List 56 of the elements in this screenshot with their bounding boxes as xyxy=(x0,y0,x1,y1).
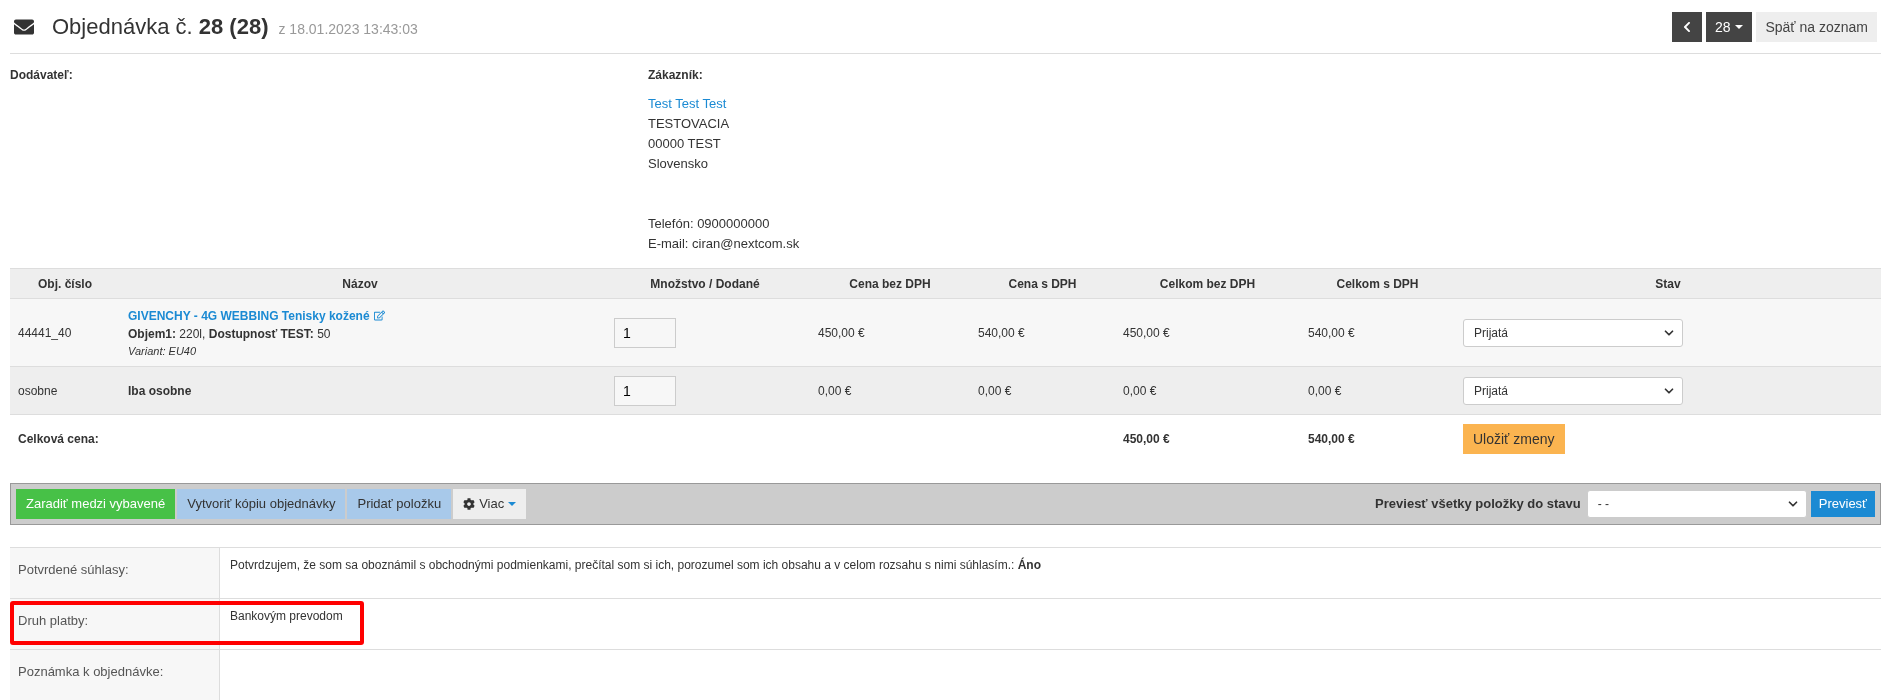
column-header: Cena s DPH xyxy=(970,268,1115,299)
previous-button[interactable] xyxy=(1671,11,1702,42)
quantity-field[interactable]: 1 xyxy=(614,375,676,406)
column-header: Množstvo / Dodané xyxy=(600,268,810,299)
table-cell: 540,00 € xyxy=(1308,325,1355,340)
order-date: z 18.01.2023 13:43:03 xyxy=(278,20,418,37)
table-cell: osobne xyxy=(18,383,58,398)
settings-icon xyxy=(463,497,476,510)
column-header: Celkom bez DPH xyxy=(1115,268,1300,299)
column-header: Celkom s DPH xyxy=(1300,268,1455,299)
total-cell: 540,00 € xyxy=(1308,431,1355,446)
info-label: Poznámka k objednávke: xyxy=(10,649,220,700)
customer-label: Zákazník: xyxy=(648,68,704,82)
status-select[interactable]: Prijatá xyxy=(1463,318,1683,347)
customer-name-link[interactable]: Test Test Test xyxy=(648,96,727,111)
address-line: Slovensko xyxy=(648,155,709,173)
total-label: Celková cena: xyxy=(18,431,99,446)
status-select[interactable]: Prijatá xyxy=(1463,376,1683,405)
action-button[interactable]: Vytvoriť kópiu objednávky xyxy=(177,488,346,519)
table-cell: 0,00 € xyxy=(1123,383,1157,398)
column-header: Obj. číslo xyxy=(10,268,120,299)
table-cell: 0,00 € xyxy=(818,383,852,398)
order-number-dropdown[interactable]: 28 xyxy=(1705,11,1753,42)
edit-icon xyxy=(373,310,385,321)
transfer-button[interactable]: Previesť xyxy=(1810,490,1875,517)
email-text: E-mail: ciran@nextcom.sk xyxy=(648,235,801,253)
save-changes-button[interactable]: Uložiť zmeny xyxy=(1463,423,1565,454)
quantity-field[interactable]: 1 xyxy=(614,317,676,348)
status-select[interactable]: - - xyxy=(1586,489,1807,518)
address-line: TESTOVACIA xyxy=(648,115,731,133)
info-value: Bankovým prevodom xyxy=(229,607,344,625)
info-label: Potvrdené súhlasy: xyxy=(10,547,220,598)
column-header: Cena bez DPH xyxy=(810,268,970,299)
caret-icon xyxy=(508,501,517,506)
table-cell: 450,00 € xyxy=(1123,325,1170,340)
more-dropdown-button[interactable]: Viac xyxy=(453,488,527,519)
phone-text: Telefón: 0900000000 xyxy=(648,215,771,233)
back-to-list-button[interactable]: Späť na zoznam xyxy=(1756,11,1877,42)
table-cell: 0,00 € xyxy=(978,383,1012,398)
table-cell: 0,00 € xyxy=(1308,383,1342,398)
table-cell: 540,00 € xyxy=(978,325,1025,340)
action-button[interactable]: Pridať položku xyxy=(347,488,452,519)
table-cell: 44441_40 xyxy=(18,325,72,340)
supplier-label: Dodávateľ: xyxy=(10,68,74,82)
transfer-label: Previesť všetky položky do stavu xyxy=(1375,496,1581,511)
page-title: Objednávka č. 28 (28) xyxy=(52,13,269,40)
address-line: 00000 TEST xyxy=(648,135,722,153)
info-value: Potvrdzujem, že som sa oboznámil s obchodnými podmienkami, prečítal som si ich, porozumel som ich obsahu a v celom rozsahu s nimi súhlasím.: Áno xyxy=(229,556,1042,574)
product-variant: Variant: EU40 xyxy=(128,344,198,357)
table-cell: Iba osobne xyxy=(128,383,192,398)
column-header: Stav xyxy=(1455,268,1881,299)
column-header: Názov xyxy=(120,268,600,299)
product-attributes: Objem1: 220l, Dostupnosť TEST: 50 xyxy=(128,326,332,341)
caret-icon xyxy=(1735,24,1744,29)
total-cell: 450,00 € xyxy=(1123,431,1170,446)
table-cell: 450,00 € xyxy=(818,325,865,340)
